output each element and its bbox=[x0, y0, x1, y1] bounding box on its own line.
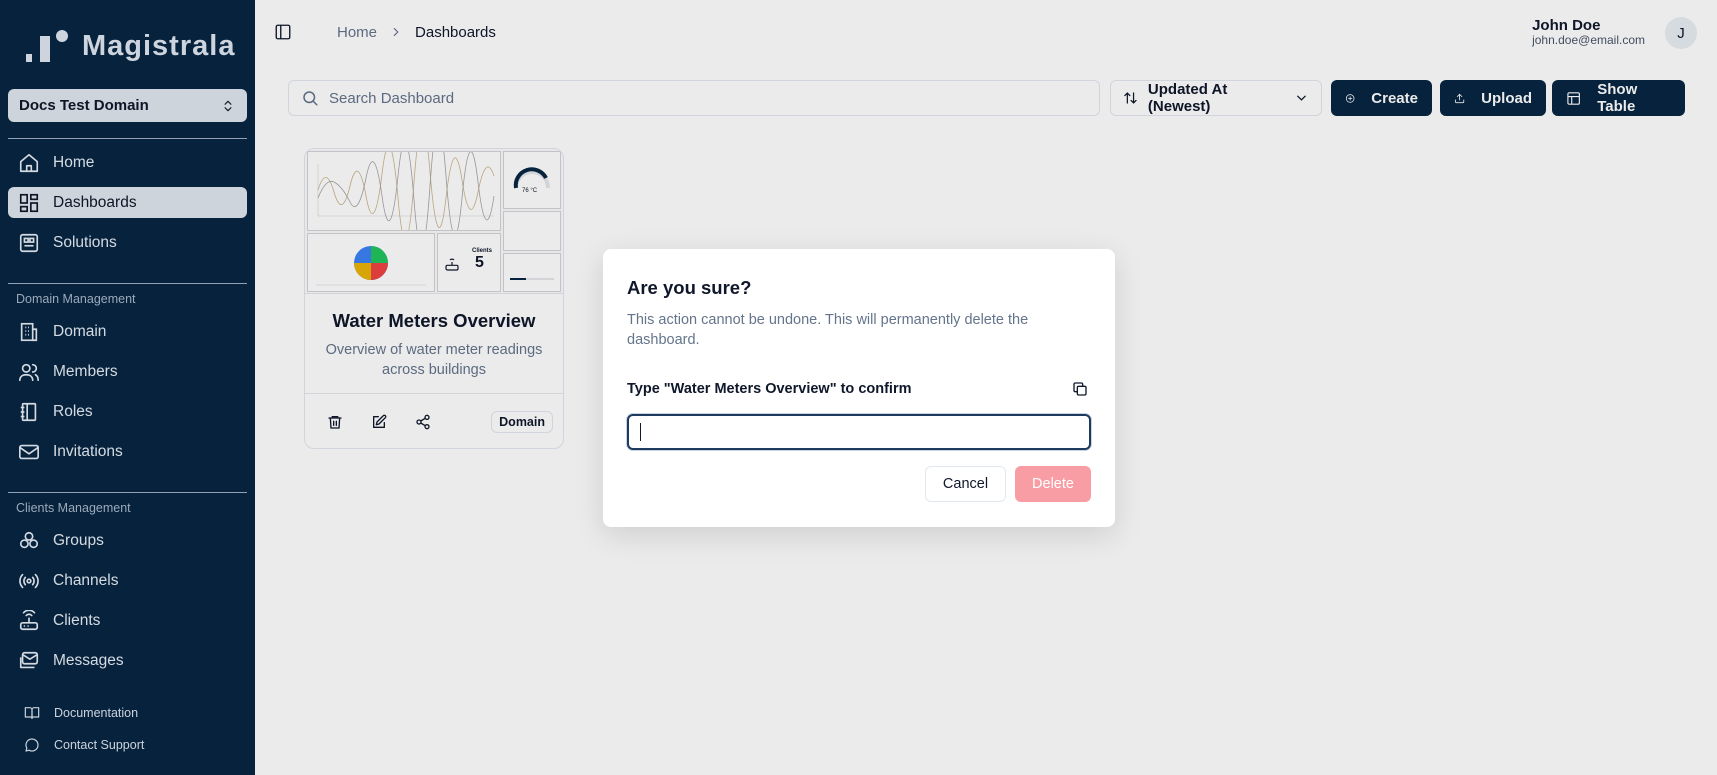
delete-confirmation-dialog: Are you sure? This action cannot be undo… bbox=[603, 249, 1115, 527]
dialog-title: Are you sure? bbox=[627, 277, 752, 298]
copy-icon bbox=[1073, 382, 1087, 396]
confirm-label: Type "Water Meters Overview" to confirm bbox=[627, 381, 912, 397]
confirm-name-field[interactable] bbox=[627, 414, 1091, 450]
confirm-name-input[interactable] bbox=[641, 423, 1081, 441]
dialog-description: This action cannot be undone. This will … bbox=[627, 312, 1029, 348]
delete-button[interactable]: Delete bbox=[1015, 466, 1091, 502]
copy-name-button[interactable] bbox=[1069, 378, 1091, 400]
cancel-button[interactable]: Cancel bbox=[925, 466, 1006, 502]
